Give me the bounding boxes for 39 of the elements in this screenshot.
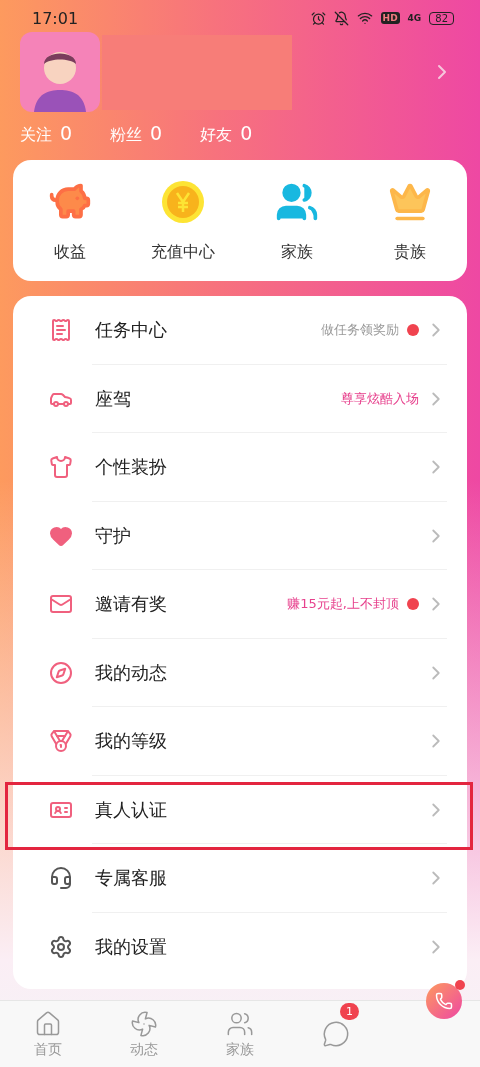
menu-item[interactable]: 守护 xyxy=(95,523,419,548)
compass-icon xyxy=(49,660,73,685)
quick-action-label[interactable]: 家族 xyxy=(280,242,313,263)
menu-hint: 做任务领奖励 xyxy=(321,321,399,340)
fan-icon xyxy=(130,1009,158,1038)
settings-icon xyxy=(49,934,73,959)
menu-item[interactable]: 任务中心 xyxy=(95,318,321,343)
quick-action-label[interactable]: 充值中心 xyxy=(151,242,216,263)
quick-action-label[interactable]: 收益 xyxy=(53,242,86,263)
menu-item[interactable]: 真人认证 xyxy=(95,797,419,822)
clock-time: 17:01 xyxy=(32,8,80,28)
medal-icon xyxy=(49,729,73,754)
menu-hint: 尊享炫酷入场 xyxy=(341,389,419,408)
bell-off-icon xyxy=(333,10,349,26)
wifi-icon xyxy=(356,10,373,26)
receipt-icon xyxy=(49,318,73,343)
menu-item[interactable]: 个性装扮 xyxy=(95,455,419,480)
avatar[interactable] xyxy=(20,32,100,112)
jacket-icon xyxy=(49,455,73,480)
unread-badge: 1 xyxy=(340,1003,359,1020)
hd-indicator: HD xyxy=(380,12,400,24)
home-icon xyxy=(34,1009,62,1038)
menu-item[interactable]: 我的设置 xyxy=(95,934,419,959)
notification-dot xyxy=(455,980,465,990)
network-type: 4G xyxy=(407,13,422,23)
menu-item[interactable]: 我的等级 xyxy=(95,729,419,754)
menu-item[interactable]: 我的动态 xyxy=(95,660,419,685)
headset-icon xyxy=(49,866,73,891)
chat-icon xyxy=(322,1020,350,1048)
phone-icon xyxy=(435,992,453,1010)
menu-item[interactable]: 座驾 xyxy=(95,386,341,411)
alarm-icon xyxy=(310,10,326,26)
coin-icon xyxy=(161,180,206,224)
menu-item[interactable]: 邀请有奖 xyxy=(95,592,288,617)
nav-tab[interactable]: 1 xyxy=(288,1001,384,1067)
menu-item[interactable]: 专属客服 xyxy=(95,866,419,891)
menu-hint: 赚15元起,上不封顶 xyxy=(287,595,399,614)
quick-action-label[interactable]: 贵族 xyxy=(394,242,427,263)
battery-level: 82 xyxy=(429,11,454,25)
